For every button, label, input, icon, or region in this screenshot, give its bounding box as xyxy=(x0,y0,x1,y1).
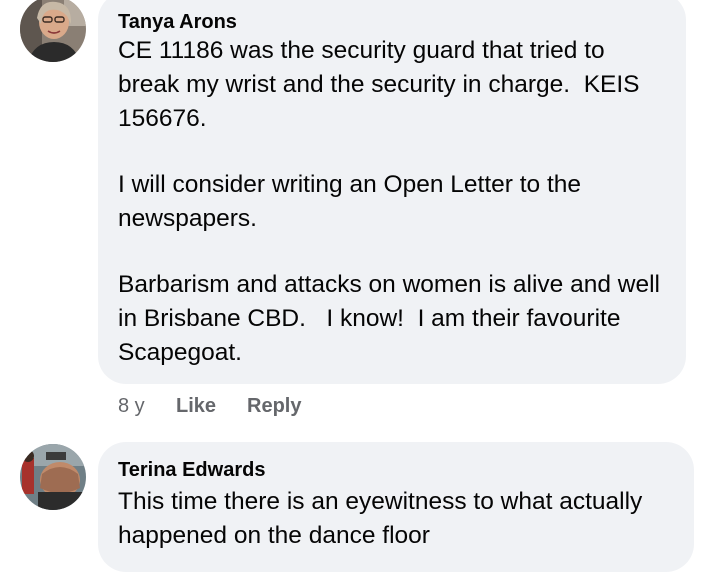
comment-bubble[interactable]: Terina Edwards This time there is an eye… xyxy=(98,442,694,572)
like-button[interactable]: Like xyxy=(176,394,216,418)
comment-actions: 8 y Like Reply xyxy=(118,394,418,418)
comment-paragraph: CE 11186 was the security guard that tri… xyxy=(118,37,647,132)
avatar[interactable] xyxy=(20,0,86,62)
comment-timestamp[interactable]: 8 y xyxy=(118,394,145,418)
comment-author[interactable]: Terina Edwards xyxy=(118,458,265,482)
avatar[interactable] xyxy=(20,444,86,510)
comment-text: This time there is an eyewitness to what… xyxy=(118,485,676,553)
comment-paragraph: I will consider writing an Open Letter t… xyxy=(118,171,588,232)
comment-paragraph: Barbarism and attacks on women is alive … xyxy=(118,271,667,366)
reply-button[interactable]: Reply xyxy=(247,394,301,418)
comment-author[interactable]: Tanya Arons xyxy=(118,10,237,34)
profile-photo-icon xyxy=(20,0,86,62)
profile-photo-icon xyxy=(20,444,86,510)
comment-paragraph: This time there is an eyewitness to what… xyxy=(118,488,650,549)
comment-bubble[interactable]: Tanya Arons CE 11186 was the security gu… xyxy=(98,0,686,384)
comment-text: CE 11186 was the security guard that tri… xyxy=(118,34,668,370)
